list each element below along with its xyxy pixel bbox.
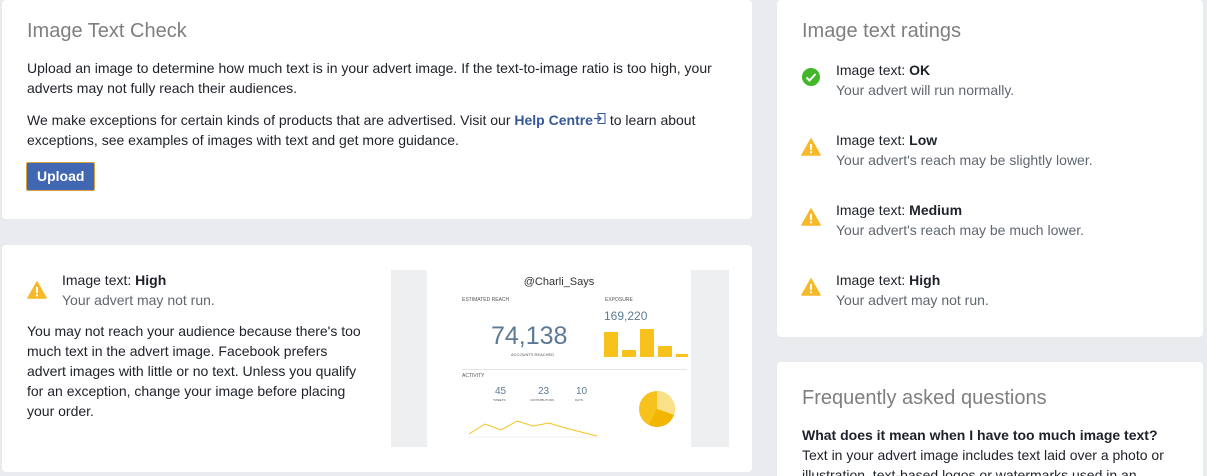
rating-ok-level: OK	[909, 62, 931, 78]
exceptions-text-before: We make exceptions for certain kinds of …	[27, 112, 515, 128]
image-text-check-title: Image Text Check	[27, 20, 187, 42]
preview-exposure-value: 169,220	[604, 309, 648, 323]
result-card: Image text: High Your advert may not run…	[2, 245, 752, 472]
preview-activity-label: ACTIVITY	[462, 373, 485, 379]
result-body: You may not reach your audience because …	[27, 323, 361, 419]
preview-stat-1-value: 45	[495, 386, 507, 397]
ratings-title: Image text ratings	[802, 20, 961, 42]
warning-icon	[27, 281, 47, 299]
result-sub: Your advert may not run.	[62, 292, 215, 308]
preview-dashboard: @Charli_Says ESTIMATED REACH EXPOSURE 74…	[427, 270, 691, 447]
rating-ok-sub: Your advert will run normally.	[836, 82, 1015, 98]
result-level: High	[135, 272, 167, 288]
preview-stat-1-label: TWEETS	[493, 398, 506, 402]
preview-bar-chart	[604, 329, 688, 357]
preview-stat-2-label: CONTRIBUTORS	[530, 398, 554, 402]
rating-medium-sub: Your advert's reach may be much lower.	[836, 222, 1085, 238]
external-link-icon	[593, 113, 606, 124]
rating-high-sub: Your advert may not run.	[836, 292, 989, 308]
rating-medium-prefix: Image text:	[836, 202, 910, 218]
rating-high-text: Image text: High Your advert may not run…	[836, 270, 989, 310]
upload-button[interactable]: Upload	[26, 162, 96, 191]
preview-divider	[462, 369, 687, 370]
rating-medium-level: Medium	[909, 202, 963, 218]
rating-ok-prefix: Image text:	[836, 62, 910, 78]
preview-stat-2-value: 23	[538, 386, 550, 397]
rating-low-sub: Your advert's reach may be slightly lowe…	[836, 152, 1093, 168]
preview-reach-sub: ACCOUNTS REACHED	[511, 352, 555, 357]
faq-question-1[interactable]: What does it mean when I have too much i…	[802, 425, 1158, 445]
uploaded-image-preview: @Charli_Says ESTIMATED REACH EXPOSURE 74…	[391, 270, 729, 447]
preview-exposure-label: EXPOSURE	[605, 297, 633, 303]
preview-reach-value: 74,138	[491, 322, 568, 350]
preview-pie-chart	[639, 390, 676, 427]
faq-title: Frequently asked questions	[802, 387, 1047, 409]
rating-ok-text: Image text: OK Your advert will run norm…	[836, 60, 1014, 100]
image-text-check-card: Image Text Check Upload an image to dete…	[2, 0, 752, 219]
preview-reach-label: ESTIMATED REACH	[462, 297, 510, 303]
image-text-ratings-card: Image text ratings Image text: OK Your a…	[777, 0, 1203, 337]
warning-icon	[801, 138, 821, 156]
rating-high-prefix: Image text:	[836, 272, 910, 288]
preview-handle: @Charli_Says	[523, 276, 595, 288]
preview-stat-3-label: DAYS	[575, 398, 583, 402]
faq-answer-1: Text in your advert image includes text …	[802, 447, 1164, 476]
rating-low-level: Low	[909, 132, 938, 148]
preview-line-chart	[468, 420, 601, 438]
rating-low-text: Image text: Low Your advert's reach may …	[836, 130, 1093, 170]
rating-high-level: High	[909, 272, 941, 288]
warning-icon	[801, 278, 821, 296]
result-level-line: Image text: High	[62, 270, 166, 290]
rating-low-prefix: Image text:	[836, 132, 910, 148]
rating-medium-text: Image text: Medium Your advert's reach m…	[836, 200, 1084, 240]
result-prefix: Image text:	[62, 272, 136, 288]
intro-paragraph: Upload an image to determine how much te…	[27, 60, 712, 96]
warning-icon	[801, 208, 821, 226]
exceptions-paragraph: We make exceptions for certain kinds of …	[27, 110, 717, 150]
preview-stat-3-value: 10	[576, 386, 588, 397]
check-circle-icon	[802, 68, 820, 86]
help-centre-link[interactable]: Help Centre	[514, 112, 593, 128]
faq-card: Frequently asked questions What does it …	[777, 362, 1203, 476]
